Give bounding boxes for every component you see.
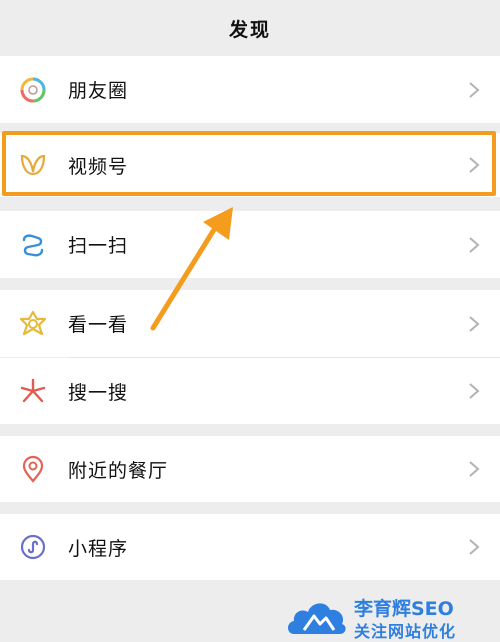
menu-item-mini-programs[interactable]: 小程序 [0,514,500,580]
location-pin-icon [22,455,44,483]
scan-icon [22,233,44,256]
chevron-right-icon [469,539,480,555]
watermark: 李育辉SEO 关注网站优化 [286,592,500,641]
chevron-right-icon [469,236,480,253]
menu-item-label: 朋友圈 [68,80,129,102]
chevron-right-icon [469,315,480,332]
watermark-line2: 关注网站优化 [354,622,457,641]
top-bar: 发现 [0,0,500,56]
menu-item-scan[interactable]: 扫一扫 [0,211,500,278]
menu-item-label: 搜一搜 [68,381,129,404]
page-title: 发现 [228,18,271,41]
menu-item-top-stories[interactable]: 看一看 [0,290,500,357]
watermark-line1: 李育辉SEO [354,598,454,620]
menu-item-moments[interactable]: 朋友圈 [0,56,500,123]
highlight-box [2,131,496,196]
search-sparkle-icon [20,378,46,403]
chevron-right-icon [469,383,480,399]
cloud-logo-icon [288,603,346,634]
menu-item-nearby-restaurants[interactable]: 附近的餐厅 [0,436,500,502]
menu-item-label: 扫一扫 [68,235,129,257]
menu-item-search[interactable]: 搜一搜 [0,358,500,424]
moments-aperture-icon [20,77,46,102]
menu-item-label: 看一看 [68,314,129,336]
mini-program-icon [20,534,46,560]
menu-item-label: 附近的餐厅 [68,459,169,482]
chevron-right-icon [469,81,480,98]
menu-item-label: 小程序 [68,537,129,560]
top-stories-icon [19,310,47,335]
chevron-right-icon [469,461,480,477]
